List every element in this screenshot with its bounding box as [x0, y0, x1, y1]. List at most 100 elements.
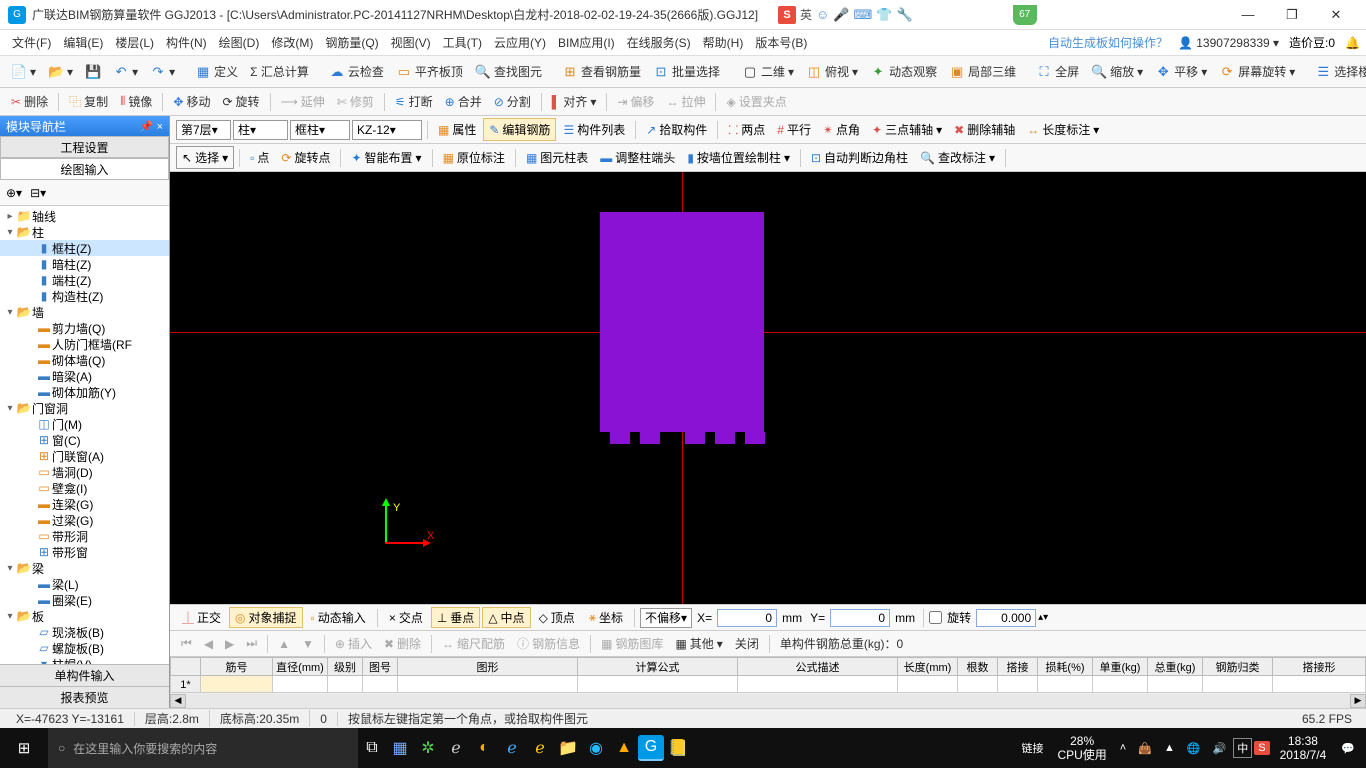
menu-view[interactable]: 视图(V) [385, 34, 437, 51]
tree-item[interactable]: ▭带形洞 [0, 528, 169, 544]
tree-item[interactable]: ▬剪力墙(Q) [0, 320, 169, 336]
taskbar-app[interactable]: 📒 [664, 728, 692, 768]
user-id[interactable]: 13907298339 [1196, 36, 1269, 50]
col-grade[interactable]: 级别 [328, 658, 363, 676]
help-tip-link[interactable]: 自动生成板如何操作？ [1048, 34, 1168, 51]
ime-lang[interactable]: 英 [800, 6, 812, 23]
minimize-button[interactable]: — [1226, 1, 1270, 29]
taskbar-ggj[interactable]: G [638, 735, 664, 761]
view-rebar-button[interactable]: ⊞查看钢筋量 [557, 61, 646, 82]
tray-icon[interactable]: 👜 [1133, 742, 1157, 755]
menu-online[interactable]: 在线服务(S) [621, 34, 697, 51]
smart-layout-button[interactable]: ✦智能布置▾ [346, 147, 426, 168]
taskbar-explorer[interactable]: 📁 [554, 728, 582, 768]
col-unit-weight[interactable]: 单重(kg) [1093, 658, 1148, 676]
col-formula[interactable]: 计算公式 [578, 658, 738, 676]
col-diameter[interactable]: 直径(mm) [273, 658, 328, 676]
bell-icon[interactable]: 🔔 [1345, 36, 1360, 50]
tree-slab[interactable]: 板 [32, 608, 44, 625]
ime-emoji-icon[interactable]: ☺ [816, 7, 829, 22]
close-button[interactable]: ✕ [1314, 1, 1358, 29]
tab-report-preview[interactable]: 报表预览 [0, 686, 169, 708]
tree-item-struct-column[interactable]: ▮构造柱(Z) [0, 288, 169, 304]
rotate-input[interactable] [976, 609, 1036, 627]
viewport[interactable]: Y X [170, 172, 1366, 604]
ime-keyboard-icon[interactable]: ⌨ [854, 7, 873, 23]
redo-button[interactable]: ↷▾ [145, 62, 180, 82]
parallel-button[interactable]: #平行 [772, 119, 816, 140]
close-grid-button[interactable]: 关闭 [730, 634, 764, 653]
draw-by-wall-button[interactable]: ▮按墙位置绘制柱▾ [682, 147, 795, 168]
action-center-icon[interactable]: 💬 [1336, 742, 1360, 755]
define-button[interactable]: ▦定义 [190, 61, 243, 82]
sum-button[interactable]: Σ 汇总计算 [245, 61, 314, 82]
maximize-button[interactable]: ❐ [1270, 1, 1314, 29]
cloud-check-button[interactable]: ☁云检查 [324, 61, 389, 82]
tree-item[interactable]: ▬砌体加筋(Y) [0, 384, 169, 400]
break-button[interactable]: ⚟打断 [390, 91, 438, 112]
col-lap-type[interactable]: 搭接形 [1273, 658, 1366, 676]
ime-sogou-icon[interactable]: S [778, 6, 796, 24]
tray-clock[interactable]: 18:382018/7/4 [1272, 734, 1335, 763]
tree-wall[interactable]: 墙 [32, 304, 44, 321]
edit-rebar-button[interactable]: ✎编辑钢筋 [483, 118, 556, 141]
scroll-right-button[interactable]: ▶ [1350, 694, 1366, 708]
tray-network-icon[interactable]: 🌐 [1182, 742, 1206, 755]
tab-single-input[interactable]: 单构件输入 [0, 664, 169, 686]
taskbar-edge[interactable]: ℯ [442, 728, 470, 768]
tree-item[interactable]: ▬砌体墙(Q) [0, 352, 169, 368]
taskbar-edge2[interactable]: ℯ [498, 728, 526, 768]
menu-draw[interactable]: 绘图(D) [213, 34, 266, 51]
system-tray[interactable]: 链接 28%CPU使用 ˄ 👜 ▲ 🌐 🔊 中 S 18:382018/7/4 … [1015, 734, 1366, 763]
local-3d-button[interactable]: ▣局部三维 [944, 61, 1021, 82]
copy-button[interactable]: ⿻复制 [64, 91, 113, 112]
tree-item[interactable]: ⊞带形窗 [0, 544, 169, 560]
ime-toolbar[interactable]: S 英 ☺ 🎤 ⌨ 👕 🔧 [778, 6, 913, 24]
component-tree[interactable]: ▸📁轴线 ▾📂柱 ▮框柱(Z) ▮暗柱(Z) ▮端柱(Z) ▮构造柱(Z) ▾📂… [0, 206, 169, 664]
screen-rotate-button[interactable]: ⟳屏幕旋转▾ [1214, 61, 1300, 82]
menu-component[interactable]: 构件(N) [160, 34, 213, 51]
taskbar-app[interactable]: ◐ [470, 728, 498, 768]
taskbar-ie[interactable]: ℯ [526, 728, 554, 768]
tray-icon[interactable]: ▲ [1159, 742, 1180, 754]
point-button[interactable]: ▫点 [245, 147, 274, 168]
col-figure[interactable]: 图形 [398, 658, 578, 676]
pin-icon[interactable]: 📌 × [140, 120, 163, 133]
adjust-column-end-button[interactable]: ▬调整柱端头 [595, 147, 680, 168]
two-point-button[interactable]: ⸬两点 [723, 119, 770, 140]
snap-coord[interactable]: ⚹坐标 [583, 607, 629, 628]
search-box[interactable]: ○ 在这里输入你要搜索的内容 [48, 728, 358, 768]
three-point-aux-button[interactable]: ✦三点辅轴▾ [867, 119, 947, 140]
other-button[interactable]: ▦ 其他▾ [670, 634, 727, 653]
snap-apex[interactable]: ◇顶点 [533, 607, 581, 628]
auto-corner-button[interactable]: ⊡自动判断边角柱 [806, 147, 913, 168]
snap-cross[interactable]: ×交点 [383, 607, 429, 628]
snap-perp[interactable]: ⊥垂点 [431, 607, 480, 628]
select-tool-button[interactable]: ↖选择▾ [176, 146, 234, 169]
taskview-icon[interactable]: ⧉ [358, 728, 386, 768]
column-shape[interactable] [600, 212, 764, 432]
cpu-usage[interactable]: 28%CPU使用 [1051, 734, 1112, 763]
select-floor-button[interactable]: ☰选择楼层 [1310, 61, 1366, 82]
grid-row[interactable]: 1* [171, 676, 1366, 694]
tree-item[interactable]: ⊞门联窗(A) [0, 448, 169, 464]
length-dim-button[interactable]: ↔长度标注▾ [1022, 119, 1104, 140]
dynamic-input-toggle[interactable]: ▫动态输入 [305, 607, 372, 628]
column-table-button[interactable]: ▦图元柱表 [521, 147, 593, 168]
start-button[interactable]: ⊞ [0, 728, 48, 768]
ortho-toggle[interactable]: ⏊正交 [176, 607, 227, 628]
rotate-point-button[interactable]: ⟳旋转点 [276, 147, 335, 168]
score-badge[interactable]: 67 [1013, 5, 1037, 25]
open-button[interactable]: 📂▾ [43, 62, 78, 82]
tree-item[interactable]: ▬连梁(G) [0, 496, 169, 512]
tree-item[interactable]: ▭墙洞(D) [0, 464, 169, 480]
level-slab-button[interactable]: ▭平齐板顶 [391, 61, 468, 82]
undo-button[interactable]: ↶▾ [108, 62, 143, 82]
tree-item[interactable]: ▬人防门框墙(RF [0, 336, 169, 352]
taskbar-app[interactable]: ▲ [610, 728, 638, 768]
align-button[interactable]: ▌对齐▾ [547, 91, 602, 112]
tree-item[interactable]: ▬圈梁(E) [0, 592, 169, 608]
offset-select[interactable]: 不偏移 ▾ [640, 608, 692, 628]
taskbar-app[interactable]: ▦ [386, 728, 414, 768]
scroll-left-button[interactable]: ◀ [170, 694, 186, 708]
